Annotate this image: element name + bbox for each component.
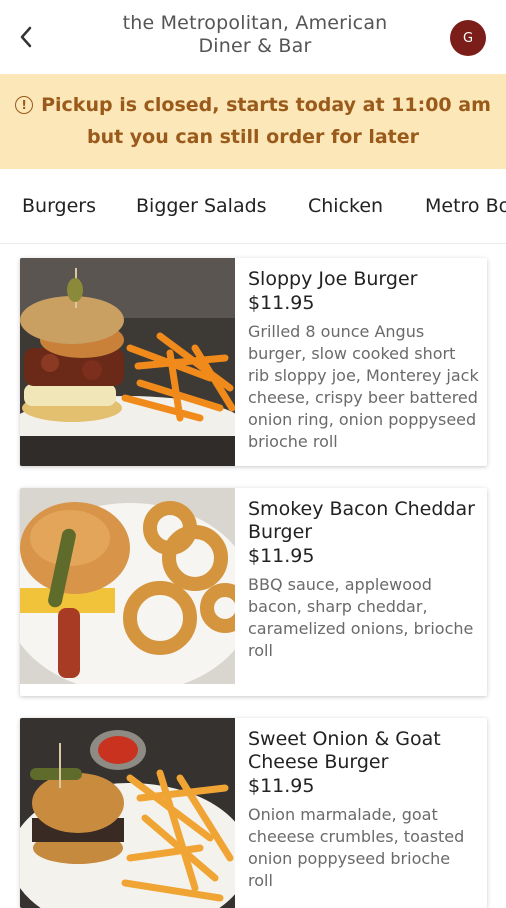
pickup-closed-banner: ! Pickup is closed, starts today at 11:00… [0, 74, 506, 169]
restaurant-title-line2: Diner & Bar [198, 35, 312, 57]
smokey-bacon-cheddar-burger-photo [20, 488, 235, 684]
tab-metro-bowls[interactable]: Metro Bowls [425, 195, 506, 217]
app-header: the Metropolitan, American Diner & Bar G [0, 0, 506, 74]
sweet-onion-goat-cheese-burger-photo [20, 718, 235, 908]
restaurant-title-line1: the Metropolitan, American [122, 12, 388, 34]
chevron-left-icon [20, 26, 32, 48]
banner-line1: Pickup is closed, starts today at 11:00 … [41, 94, 491, 116]
info-icon: ! [15, 96, 34, 114]
item-price: $11.95 [248, 545, 315, 567]
menu-item-card[interactable]: Sloppy Joe Burger $11.95 Grilled 8 ounce… [20, 258, 487, 466]
menu-item-card[interactable]: Sweet Onion & Goat Cheese Burger $11.95 … [20, 718, 487, 908]
item-name: Sloppy Joe Burger [248, 268, 418, 290]
tab-burgers[interactable]: Burgers [22, 195, 96, 217]
restaurant-title: the Metropolitan, American Diner & Bar [105, 12, 405, 58]
menu-item-card[interactable]: Smokey Bacon Cheddar Burger $11.95 BBQ s… [20, 488, 487, 696]
item-price: $11.95 [248, 292, 315, 314]
back-button[interactable] [12, 22, 40, 52]
banner-line2: but you can still order for later [86, 126, 420, 148]
item-name: Sweet Onion & Goat Cheese Burger [248, 728, 441, 773]
avatar[interactable]: G [450, 20, 486, 56]
item-description: Onion marmalade, goat cheeese crumbles, … [248, 805, 465, 890]
tab-bigger-salads[interactable]: Bigger Salads [136, 195, 267, 217]
category-tabs: Burgers Bigger Salads Chicken Metro Bowl… [0, 169, 506, 244]
item-description: Grilled 8 ounce Angus burger, slow cooke… [248, 322, 479, 451]
item-price: $11.95 [248, 775, 315, 797]
item-name: Smokey Bacon Cheddar Burger [248, 498, 475, 543]
sloppy-joe-burger-photo [20, 258, 235, 466]
tab-chicken[interactable]: Chicken [308, 195, 383, 217]
item-description: BBQ sauce, applewood bacon, sharp chedda… [248, 575, 474, 660]
